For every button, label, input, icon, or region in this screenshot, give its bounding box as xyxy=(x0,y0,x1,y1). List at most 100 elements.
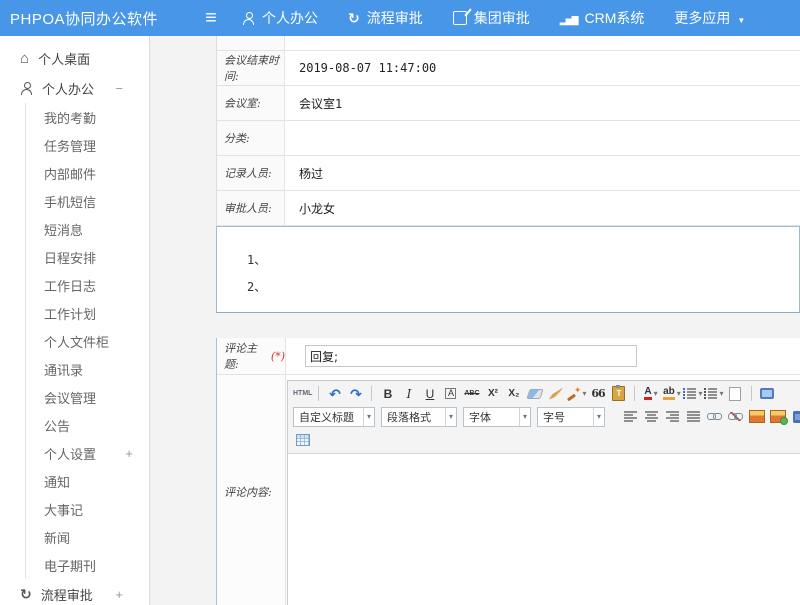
sidebar-item-个人桌面[interactable]: 个人桌面 xyxy=(0,43,149,73)
sidebar-item-label: 日程安排 xyxy=(44,248,96,267)
sidebar-item-个人办公[interactable]: 个人办公− xyxy=(0,73,149,103)
sidebar-item-工作日志[interactable]: 工作日志 xyxy=(26,271,149,299)
form-row: 会议室:会议室1 xyxy=(216,86,800,121)
form-row-value xyxy=(285,121,800,155)
align-right-shape xyxy=(666,411,679,422)
remove-format-icon[interactable] xyxy=(525,384,544,403)
redo-icon[interactable]: ↷ xyxy=(346,384,365,403)
nav-item-label: 流程审批 xyxy=(367,8,423,28)
sidebar-item-label: 通讯录 xyxy=(44,360,83,379)
sidebar-item-个人设置[interactable]: 个人设置+ xyxy=(26,439,149,467)
font-family-select[interactable]: 字体▾ xyxy=(463,407,531,427)
caret-down-icon: ▾ xyxy=(519,408,527,426)
undo-glyph: ↶ xyxy=(329,387,341,401)
new-document-shape xyxy=(729,387,741,401)
superscript-icon[interactable]: X² xyxy=(483,384,502,403)
quick-format-icon[interactable]: ▾ xyxy=(567,384,586,403)
select-label: 自定义标题 xyxy=(299,409,354,425)
subscript-icon[interactable]: X₂ xyxy=(504,384,523,403)
caret-down-icon xyxy=(737,11,745,25)
sidebar-item-label: 流程审批 xyxy=(41,585,93,604)
form-row: 记录人员:杨过 xyxy=(216,156,800,191)
font-size-select[interactable]: 字号▾ xyxy=(537,407,605,427)
chart-icon xyxy=(560,11,578,25)
main-content: 会议结束时间:2019-08-07 11:47:00会议室:会议室1分类:记录人… xyxy=(150,36,800,605)
process-icon xyxy=(20,587,32,601)
align-right-icon[interactable] xyxy=(663,407,682,426)
unlink-icon[interactable] xyxy=(726,407,745,426)
main-layout: 个人桌面个人办公−我的考勤任务管理内部邮件手机短信短消息日程安排工作日志工作计划… xyxy=(0,36,800,605)
form-row-label: 分类: xyxy=(216,121,285,155)
sidebar-item-工作计划[interactable]: 工作计划 xyxy=(26,299,149,327)
sidebar-item-电子期刊[interactable]: 电子期刊 xyxy=(26,551,149,579)
font-style-box-icon[interactable]: A xyxy=(441,384,460,403)
image-icon[interactable] xyxy=(747,407,766,426)
align-left-icon[interactable] xyxy=(621,407,640,426)
align-justify-icon[interactable] xyxy=(684,407,703,426)
paragraph-select[interactable]: 段落格式▾ xyxy=(381,407,457,427)
nav-item-个人办公[interactable]: 个人办公 xyxy=(242,8,318,28)
minus-icon[interactable]: − xyxy=(115,81,123,96)
sidebar-item-内部邮件[interactable]: 内部邮件 xyxy=(26,159,149,187)
sidebar-item-新闻[interactable]: 新闻 xyxy=(26,523,149,551)
sidebar-item-日程安排[interactable]: 日程安排 xyxy=(26,243,149,271)
toolbar-row xyxy=(293,428,800,451)
paste-text-icon[interactable] xyxy=(609,384,628,403)
blockquote-glyph: 66 xyxy=(591,388,604,399)
nav-item-流程审批[interactable]: 流程审批 xyxy=(348,8,423,28)
sidebar-item-会议管理[interactable]: 会议管理 xyxy=(26,383,149,411)
network-image-icon[interactable] xyxy=(768,407,787,426)
blockquote-icon[interactable]: 66 xyxy=(588,384,607,403)
sidebar-item-label: 通知 xyxy=(44,472,70,491)
undo-icon[interactable]: ↶ xyxy=(325,384,344,403)
sidebar-item-label: 个人桌面 xyxy=(38,49,90,68)
plus-icon[interactable]: + xyxy=(125,446,133,461)
align-center-icon[interactable] xyxy=(642,407,661,426)
ordered-list-icon[interactable]: ▾ xyxy=(683,384,702,403)
nav-item-label: 更多应用 xyxy=(674,8,730,28)
sidebar-item-通知[interactable]: 通知 xyxy=(26,467,149,495)
table-icon[interactable] xyxy=(293,430,312,449)
plus-icon[interactable]: + xyxy=(115,587,123,602)
media-icon[interactable] xyxy=(789,407,800,426)
sidebar-item-公告[interactable]: 公告 xyxy=(26,411,149,439)
bold-icon[interactable]: B xyxy=(378,384,397,403)
form-row-value: 杨过 xyxy=(285,156,800,190)
nav-item-CRM系统[interactable]: CRM系统 xyxy=(560,8,645,28)
sidebar-item-手机短信[interactable]: 手机短信 xyxy=(26,187,149,215)
nav-item-集团审批[interactable]: 集团审批 xyxy=(453,8,530,28)
link-icon[interactable] xyxy=(705,407,724,426)
new-document-icon[interactable] xyxy=(726,384,745,403)
italic-icon[interactable]: I xyxy=(399,384,418,403)
sidebar-item-大事记[interactable]: 大事记 xyxy=(26,495,149,523)
sidebar-item-我的考勤[interactable]: 我的考勤 xyxy=(26,103,149,131)
heading-select[interactable]: 自定义标题▾ xyxy=(293,407,375,427)
highlight-color-icon[interactable]: ab▾ xyxy=(662,384,681,403)
nav-item-更多应用[interactable]: 更多应用 xyxy=(674,8,745,28)
underline-icon[interactable]: U xyxy=(420,384,439,403)
sidebar-item-任务管理[interactable]: 任务管理 xyxy=(26,131,149,159)
source-code-icon[interactable]: HTML xyxy=(293,384,312,403)
caret-down-icon: ▾ xyxy=(654,389,658,398)
strikethrough-icon[interactable]: ABC xyxy=(462,384,481,403)
sidebar-item-个人文件柜[interactable]: 个人文件柜 xyxy=(26,327,149,355)
sidebar-item-短消息[interactable]: 短消息 xyxy=(26,215,149,243)
sidebar-item-label: 新闻 xyxy=(44,528,70,547)
font-color-icon[interactable]: A▾ xyxy=(641,384,660,403)
editor-content-area[interactable] xyxy=(288,454,800,605)
topbar-nav: 个人办公 流程审批 集团审批 CRM系统 更多应用 xyxy=(242,8,745,28)
sidebar-item-label: 电子期刊 xyxy=(44,556,96,575)
comment-subject-input[interactable] xyxy=(305,345,637,367)
hamburger-menu-icon[interactable] xyxy=(196,7,226,30)
align-left-shape xyxy=(624,411,637,422)
comment-content-label: 评论内容: xyxy=(217,375,286,605)
format-brush-icon[interactable] xyxy=(546,384,565,403)
unordered-list-icon[interactable]: ▾ xyxy=(704,384,723,403)
unordered-list-shape xyxy=(704,388,717,399)
fullscreen-icon[interactable] xyxy=(758,384,777,403)
sidebar-item-流程审批[interactable]: 流程审批 + xyxy=(0,579,149,605)
format-brush-shape xyxy=(549,388,563,400)
sidebar-item-通讯录[interactable]: 通讯录 xyxy=(26,355,149,383)
align-center-shape xyxy=(645,411,658,422)
form-row xyxy=(216,36,800,51)
